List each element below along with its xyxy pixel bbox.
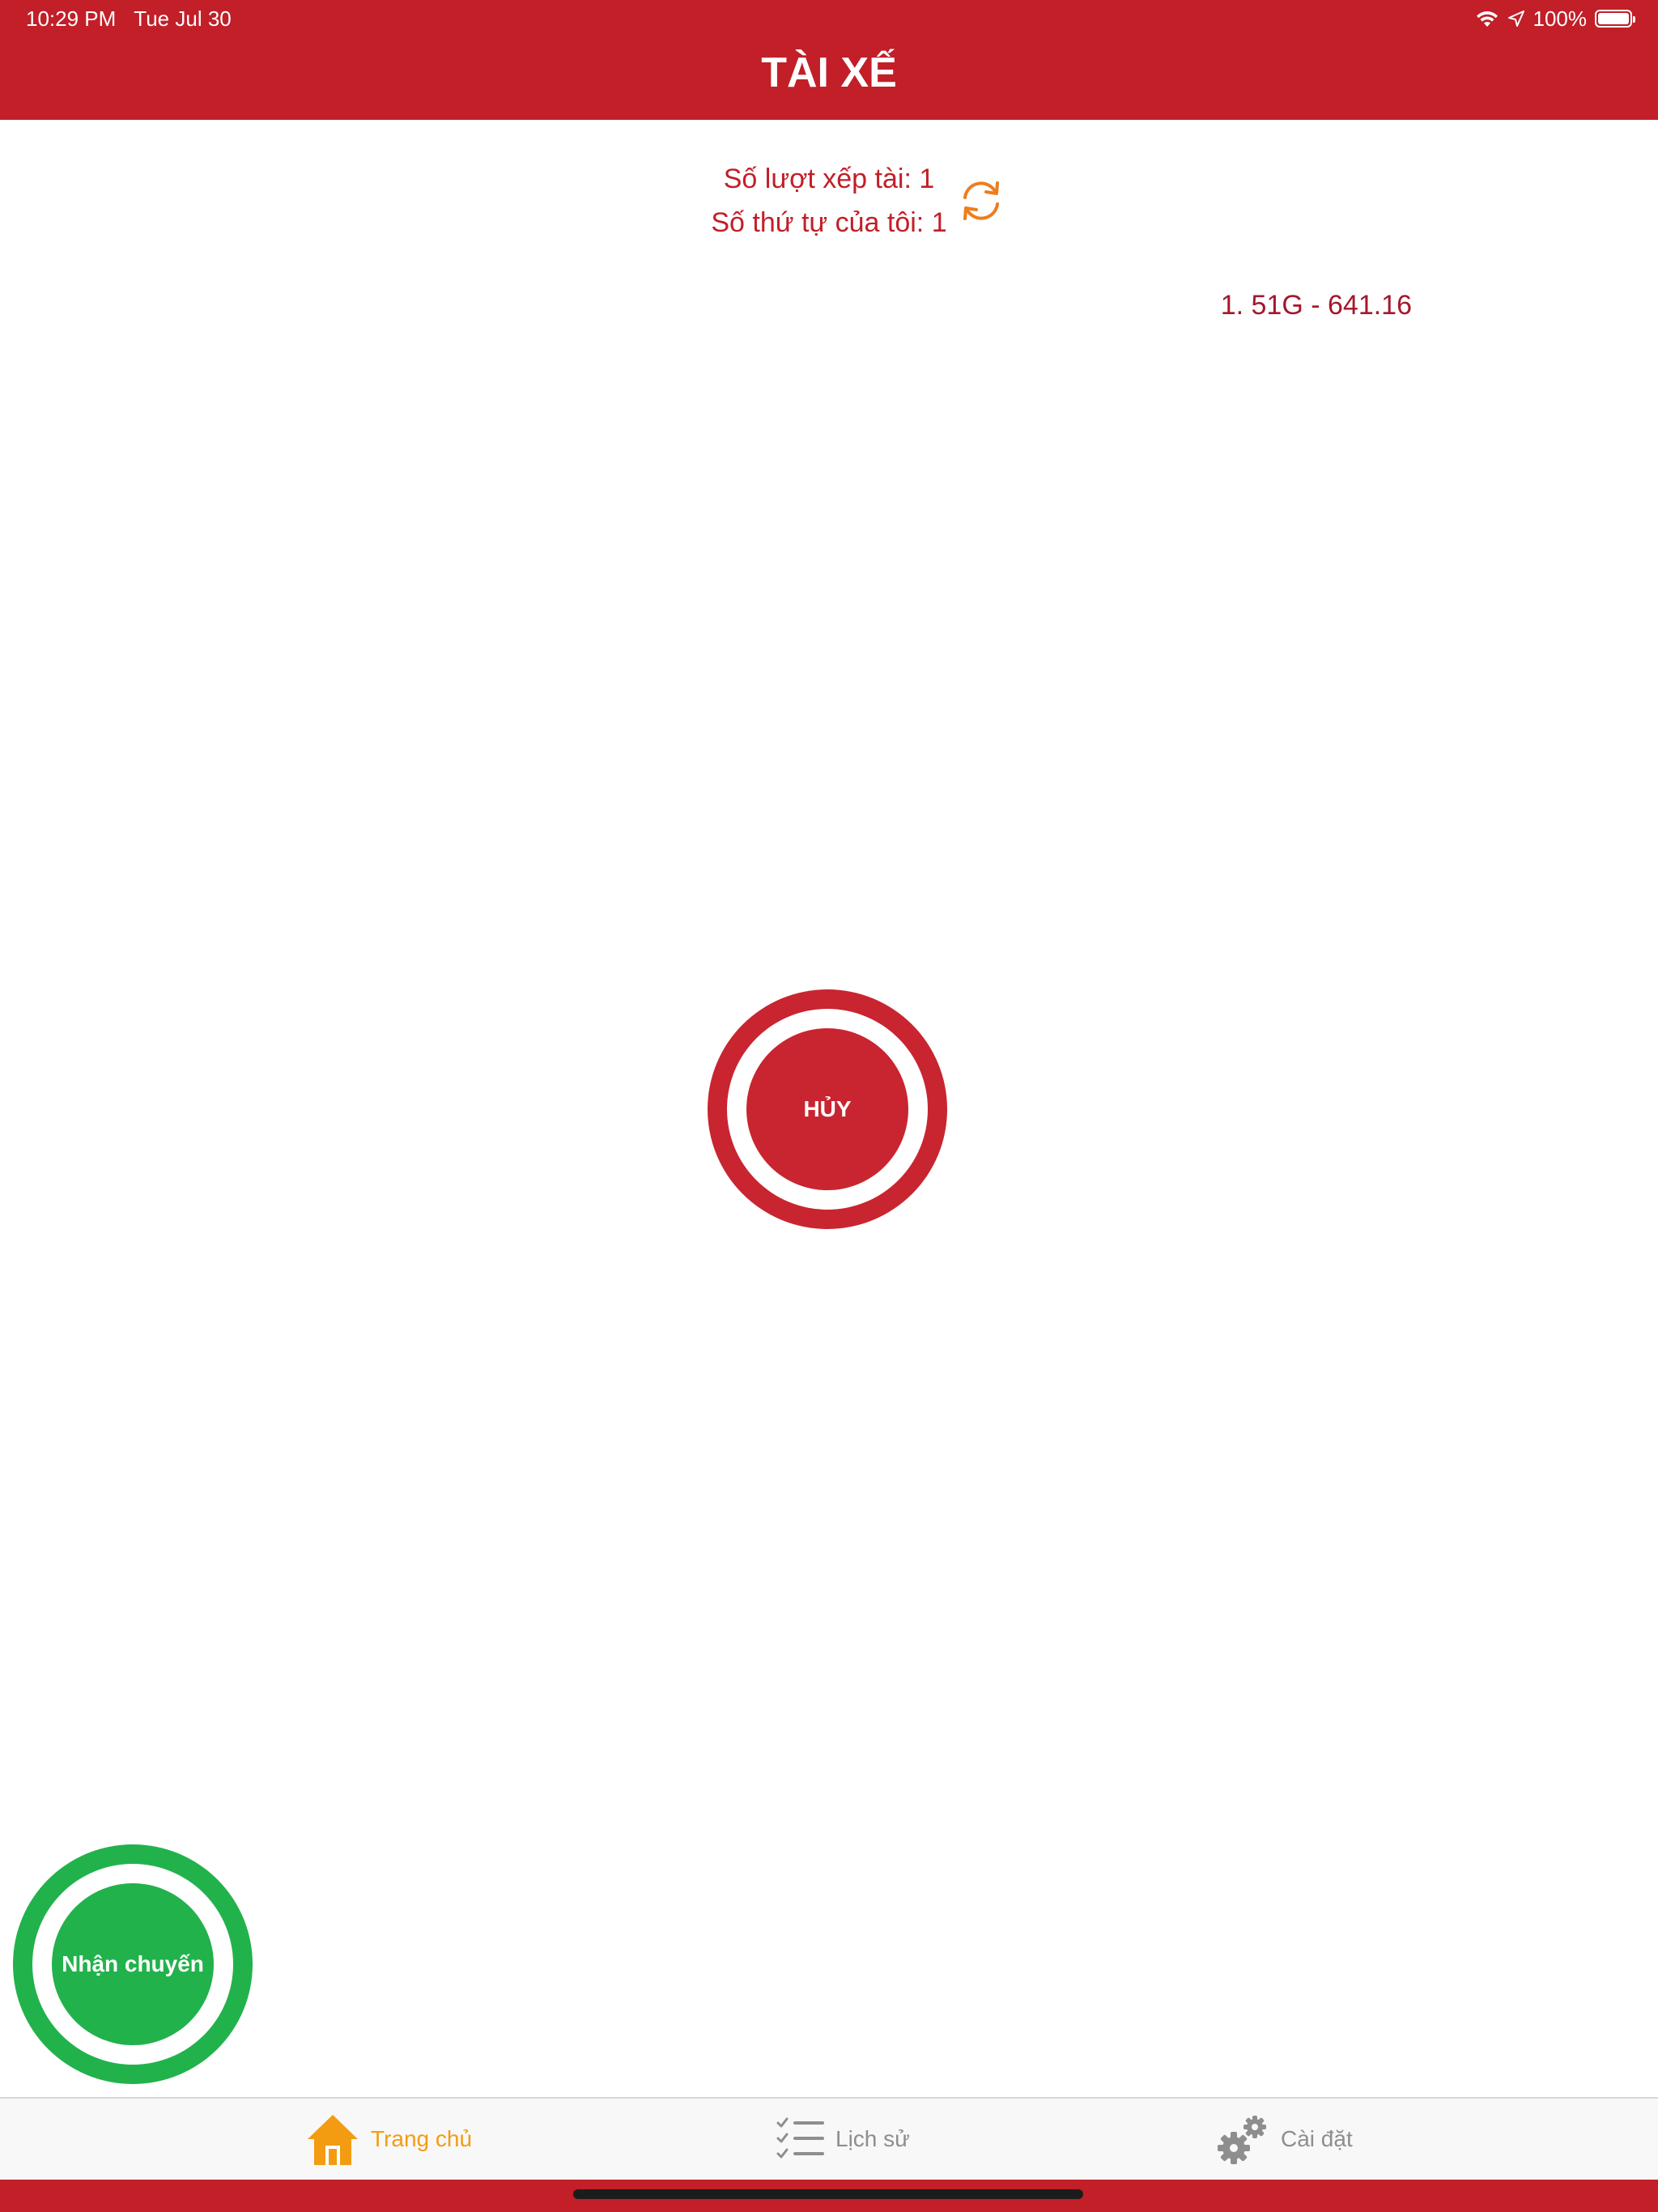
refresh-button[interactable] [959, 177, 1004, 225]
vehicle-list-item: 1. 51G - 641.16 [1220, 290, 1412, 321]
tab-history-label: Lịch sử [835, 2126, 910, 2151]
location-arrow-icon [1507, 11, 1524, 27]
page-title: TÀI XẾ [761, 49, 897, 96]
header-bar: 10:29 PM Tue Jul 30 100% TÀI XẾ [0, 0, 1658, 120]
status-bar-datetime: 10:29 PM Tue Jul 30 [26, 6, 232, 31]
my-position-text: Số thứ tự của tôi: 1 [711, 207, 947, 238]
app-screen: 10:29 PM Tue Jul 30 100% TÀI XẾ Số lượt x… [0, 0, 1658, 2212]
turn-count-text: Số lượt xếp tài: 1 [723, 164, 935, 194]
cancel-button-label: HỦY [746, 1028, 908, 1190]
tab-bar: Trang chủ Lịch sử Cài đặt [0, 2097, 1658, 2180]
battery-percent: 100% [1533, 6, 1588, 31]
status-bar-indicators: 100% [1475, 6, 1635, 31]
home-icon [308, 2115, 358, 2165]
accept-button-label: Nhận chuyến [52, 1883, 214, 2045]
tab-history[interactable]: Lịch sử [776, 2099, 910, 2180]
status-date: Tue Jul 30 [134, 6, 232, 31]
refresh-icon [963, 181, 999, 220]
gears-icon [1218, 2116, 1266, 2164]
tab-home[interactable]: Trang chủ [304, 2099, 472, 2180]
battery-icon [1595, 10, 1635, 28]
queue-info: Số lượt xếp tài: 1 Số thứ tự của tôi: 1 [0, 157, 1658, 245]
battery-fill [1598, 13, 1629, 24]
accept-trip-button[interactable]: Nhận chuyến [13, 1844, 253, 2084]
home-indicator[interactable] [573, 2189, 1083, 2199]
cancel-button[interactable]: HỦY [708, 989, 947, 1229]
tab-home-label: Trang chủ [371, 2126, 473, 2151]
tab-settings-label: Cài đặt [1281, 2126, 1353, 2151]
wifi-icon [1476, 11, 1498, 27]
checklist-icon [776, 2117, 824, 2159]
tab-settings[interactable]: Cài đặt [1214, 2099, 1353, 2180]
status-time: 10:29 PM [26, 6, 117, 31]
